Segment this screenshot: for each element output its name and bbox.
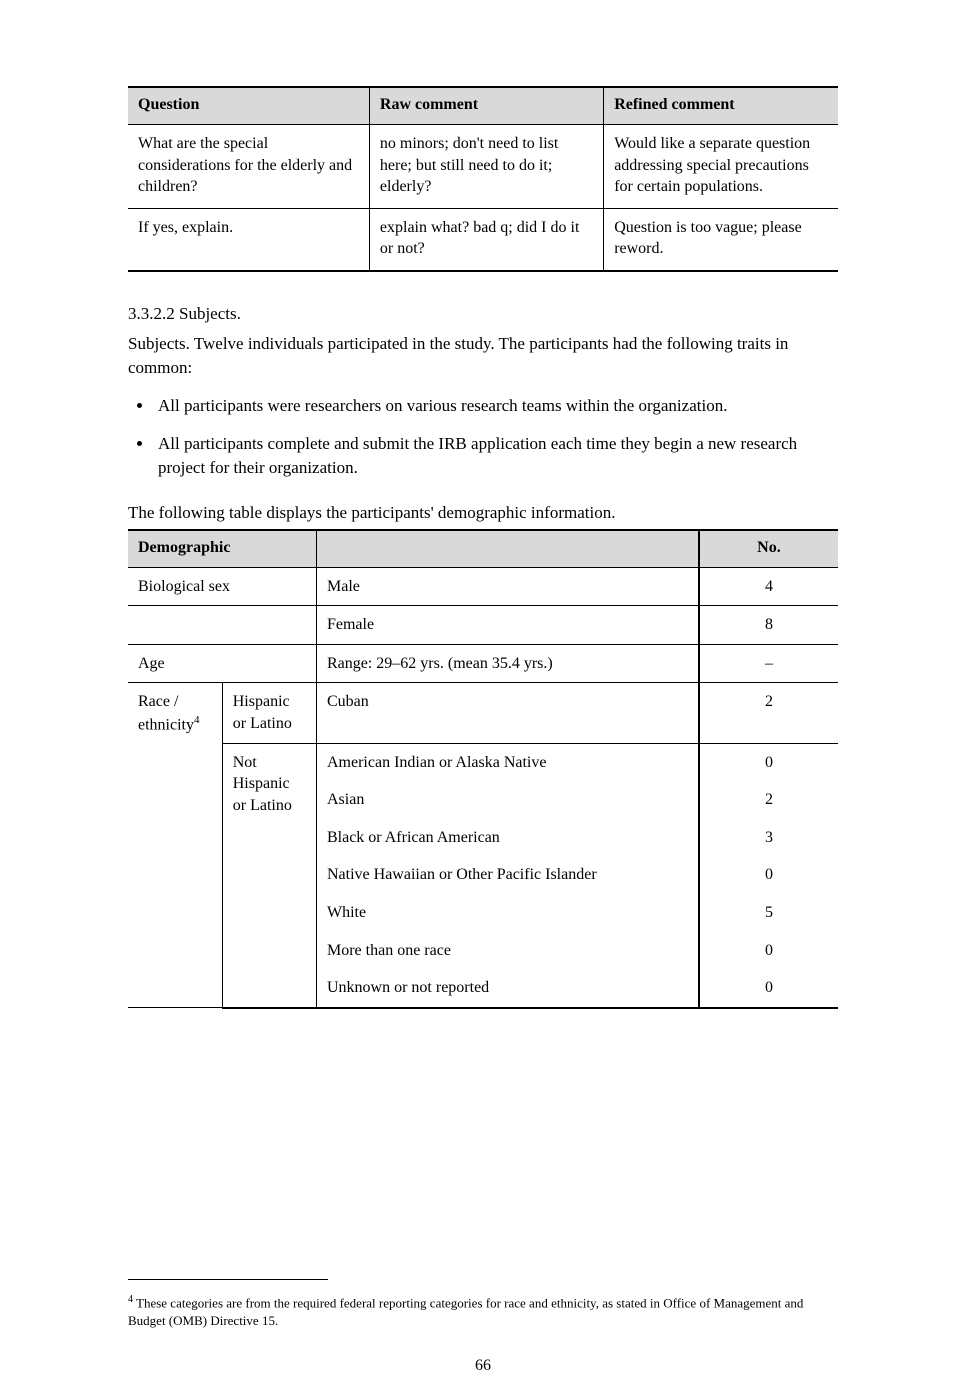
table-row: Female 8 xyxy=(128,606,838,645)
col-blank xyxy=(316,530,698,568)
table-caption: The following table displays the partici… xyxy=(128,503,838,523)
table-comments: Question Raw comment Refined comment Wha… xyxy=(128,86,838,272)
page-number: 66 xyxy=(128,1357,838,1375)
col-number: No. xyxy=(699,530,838,568)
table-demographics: Demographic No. Biological sex Male 4 Fe… xyxy=(128,529,838,1009)
table-row: What are the special considerations for … xyxy=(128,125,838,209)
col-question: Question xyxy=(128,87,369,125)
table-row: Age Range: 29–62 yrs. (mean 35.4 yrs.) – xyxy=(128,644,838,683)
col-refined-comment: Refined comment xyxy=(604,87,838,125)
section-paragraph: Subjects. Twelve individuals participate… xyxy=(128,332,838,380)
table-row: If yes, explain. explain what? bad q; di… xyxy=(128,208,838,271)
table-row: Not Hispanic or Latino American Indian o… xyxy=(128,743,838,781)
table-row: Race / ethnicity4 Hispanic or Latino Cub… xyxy=(128,683,838,743)
footnote-rule xyxy=(128,1279,328,1280)
bullet-list: All participants were researchers on var… xyxy=(146,394,838,480)
table-row: Biological sex Male 4 xyxy=(128,567,838,606)
section-subhead: 3.3.2.2 Subjects. xyxy=(128,304,838,324)
list-item: All participants complete and submit the… xyxy=(154,432,838,480)
col-raw-comment: Raw comment xyxy=(369,87,603,125)
cell-race-ethnicity: Race / ethnicity4 xyxy=(128,683,222,1008)
col-demographic: Demographic xyxy=(128,530,316,568)
footnote-text: 4 These categories are from the required… xyxy=(128,1293,838,1329)
list-item: All participants were researchers on var… xyxy=(154,394,838,418)
